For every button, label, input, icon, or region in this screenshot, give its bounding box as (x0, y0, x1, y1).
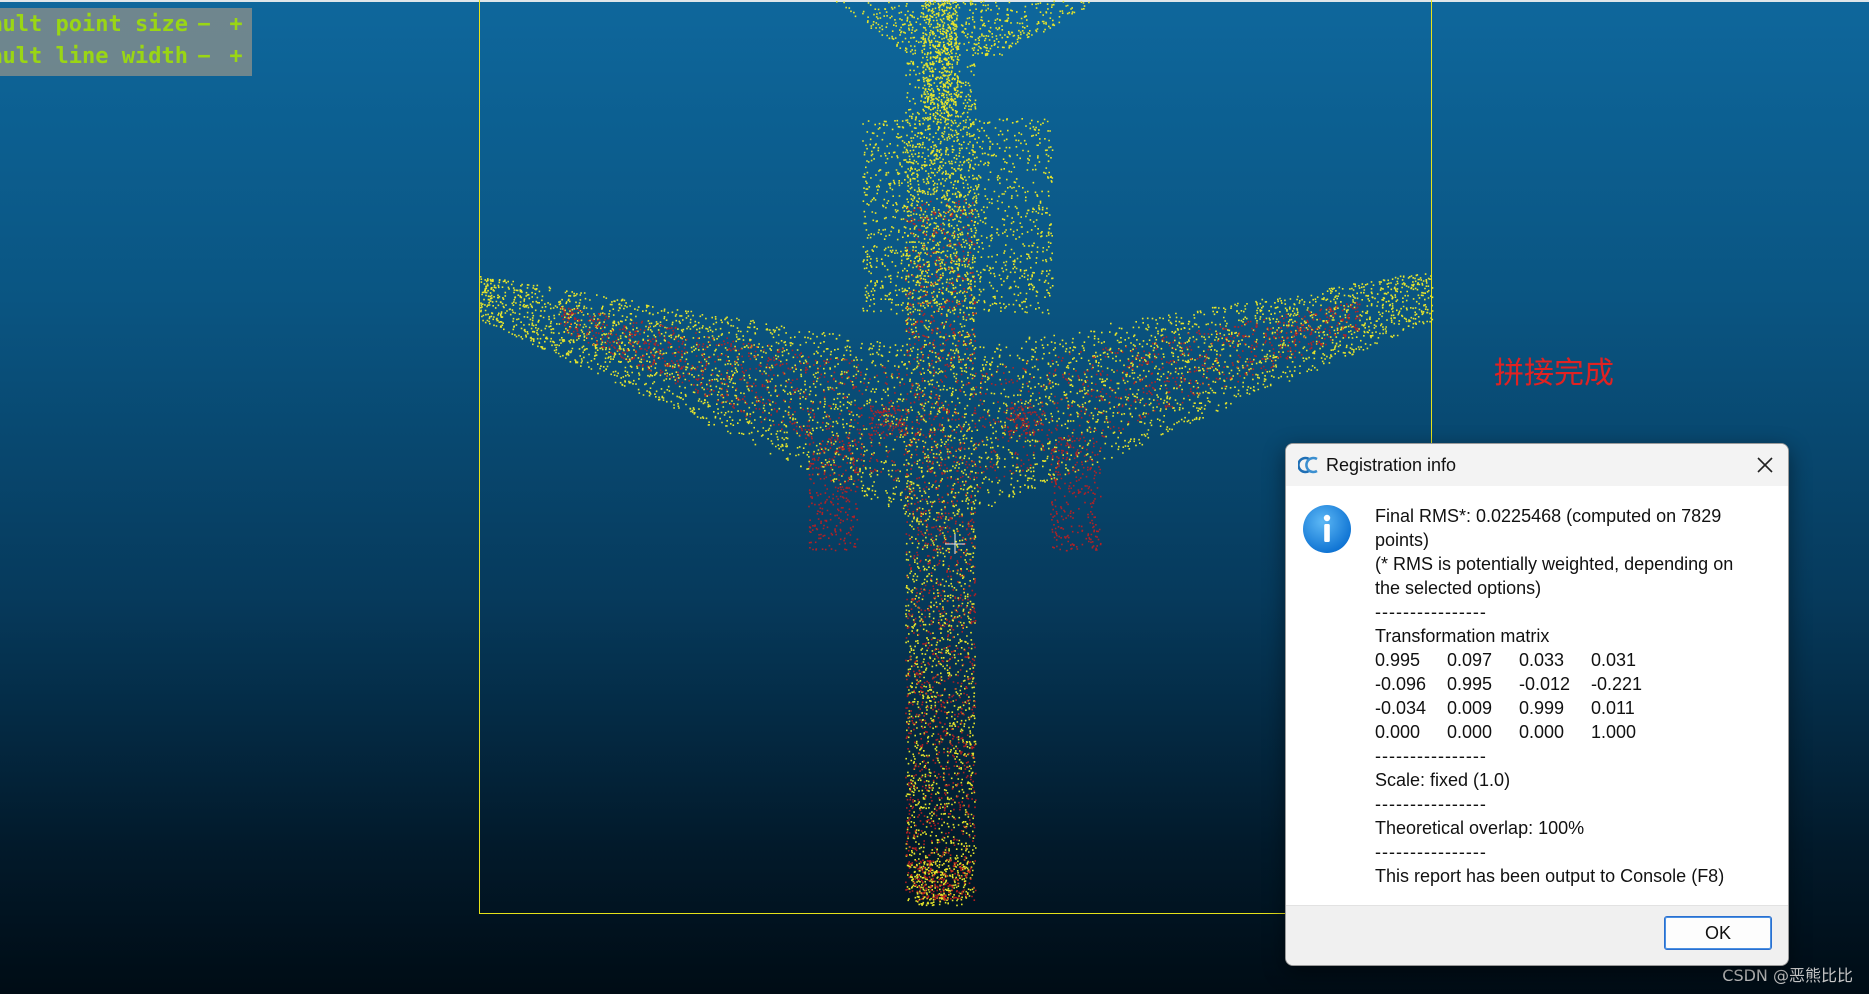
line-width-increase-button[interactable]: + (226, 43, 246, 71)
rms-note-cont: the selected options) (1375, 578, 1542, 598)
viewer-overlay-panel: Default point size − + Default line widt… (0, 8, 252, 76)
matrix-cell: 0.033 (1519, 650, 1565, 670)
matrix-cell: 0.097 (1447, 650, 1493, 670)
point-size-decrease-button[interactable]: − (194, 11, 214, 39)
matrix-cell: -0.096 (1375, 674, 1427, 694)
matrix-cell: 0.000 (1375, 722, 1421, 742)
separator: ---------------- (1375, 842, 1487, 862)
matrix-cell: 0.009 (1447, 698, 1493, 718)
matrix-row: 0.000 0.000 0.000 1.000 (1375, 720, 1775, 744)
matrix-title: Transformation matrix (1375, 626, 1550, 646)
rms-text-cont: points) (1375, 530, 1430, 550)
matrix-cell: 0.031 (1591, 650, 1637, 670)
close-icon[interactable] (1750, 450, 1780, 480)
rms-note: (* RMS is potentially weighted, dependin… (1375, 554, 1734, 574)
point-size-increase-button[interactable]: + (226, 11, 246, 39)
info-icon (1303, 505, 1351, 553)
dialog-body: Final RMS*: 0.0225468 (computed on 7829 … (1286, 486, 1788, 906)
point-size-label: Default point size (0, 12, 188, 37)
matrix-cell: -0.221 (1591, 674, 1643, 694)
matrix-cell: 0.000 (1447, 722, 1493, 742)
separator: ---------------- (1375, 746, 1487, 766)
cursor-crosshair-icon (945, 534, 965, 554)
merge-complete-caption: 拼接完成 (1494, 356, 1614, 391)
scale-text: Scale: fixed (1.0) (1375, 770, 1511, 790)
matrix-row: -0.096 0.995 -0.012 -0.221 (1375, 672, 1775, 696)
transformation-matrix: 0.995 0.097 0.033 0.031 -0.096 0.995 -0.… (1375, 648, 1775, 744)
dialog-titlebar[interactable]: Registration info (1286, 444, 1788, 486)
line-width-label: Default line width (0, 44, 188, 69)
cloudcompare-icon (1298, 456, 1318, 474)
registration-info-dialog: Registration info Final RMS*: 0.0225468 … (1285, 443, 1789, 966)
ok-button[interactable]: OK (1664, 916, 1772, 950)
separator: ---------------- (1375, 602, 1487, 622)
dialog-footer: OK (1286, 905, 1788, 965)
matrix-cell: 0.999 (1519, 698, 1565, 718)
console-note: This report has been output to Console (… (1375, 866, 1725, 886)
line-width-row: Default line width − + (0, 43, 252, 71)
registration-report: Final RMS*: 0.0225468 (computed on 7829 … (1375, 504, 1775, 888)
matrix-cell: -0.012 (1519, 674, 1571, 694)
matrix-cell: 0.011 (1591, 698, 1635, 718)
matrix-cell: -0.034 (1375, 698, 1427, 718)
matrix-cell: 0.995 (1447, 674, 1493, 694)
matrix-cell: 0.995 (1375, 650, 1421, 670)
matrix-cell: 1.000 (1591, 722, 1637, 742)
overlap-text: Theoretical overlap: 100% (1375, 818, 1585, 838)
matrix-row: 0.995 0.097 0.033 0.031 (1375, 648, 1775, 672)
matrix-row: -0.034 0.009 0.999 0.011 (1375, 696, 1775, 720)
line-width-decrease-button[interactable]: − (194, 43, 214, 71)
dialog-title: Registration info (1326, 455, 1457, 475)
point-size-row: Default point size − + (0, 11, 252, 39)
matrix-cell: 0.000 (1519, 722, 1565, 742)
separator: ---------------- (1375, 794, 1487, 814)
rms-text: Final RMS*: 0.0225468 (computed on 7829 (1375, 506, 1722, 526)
